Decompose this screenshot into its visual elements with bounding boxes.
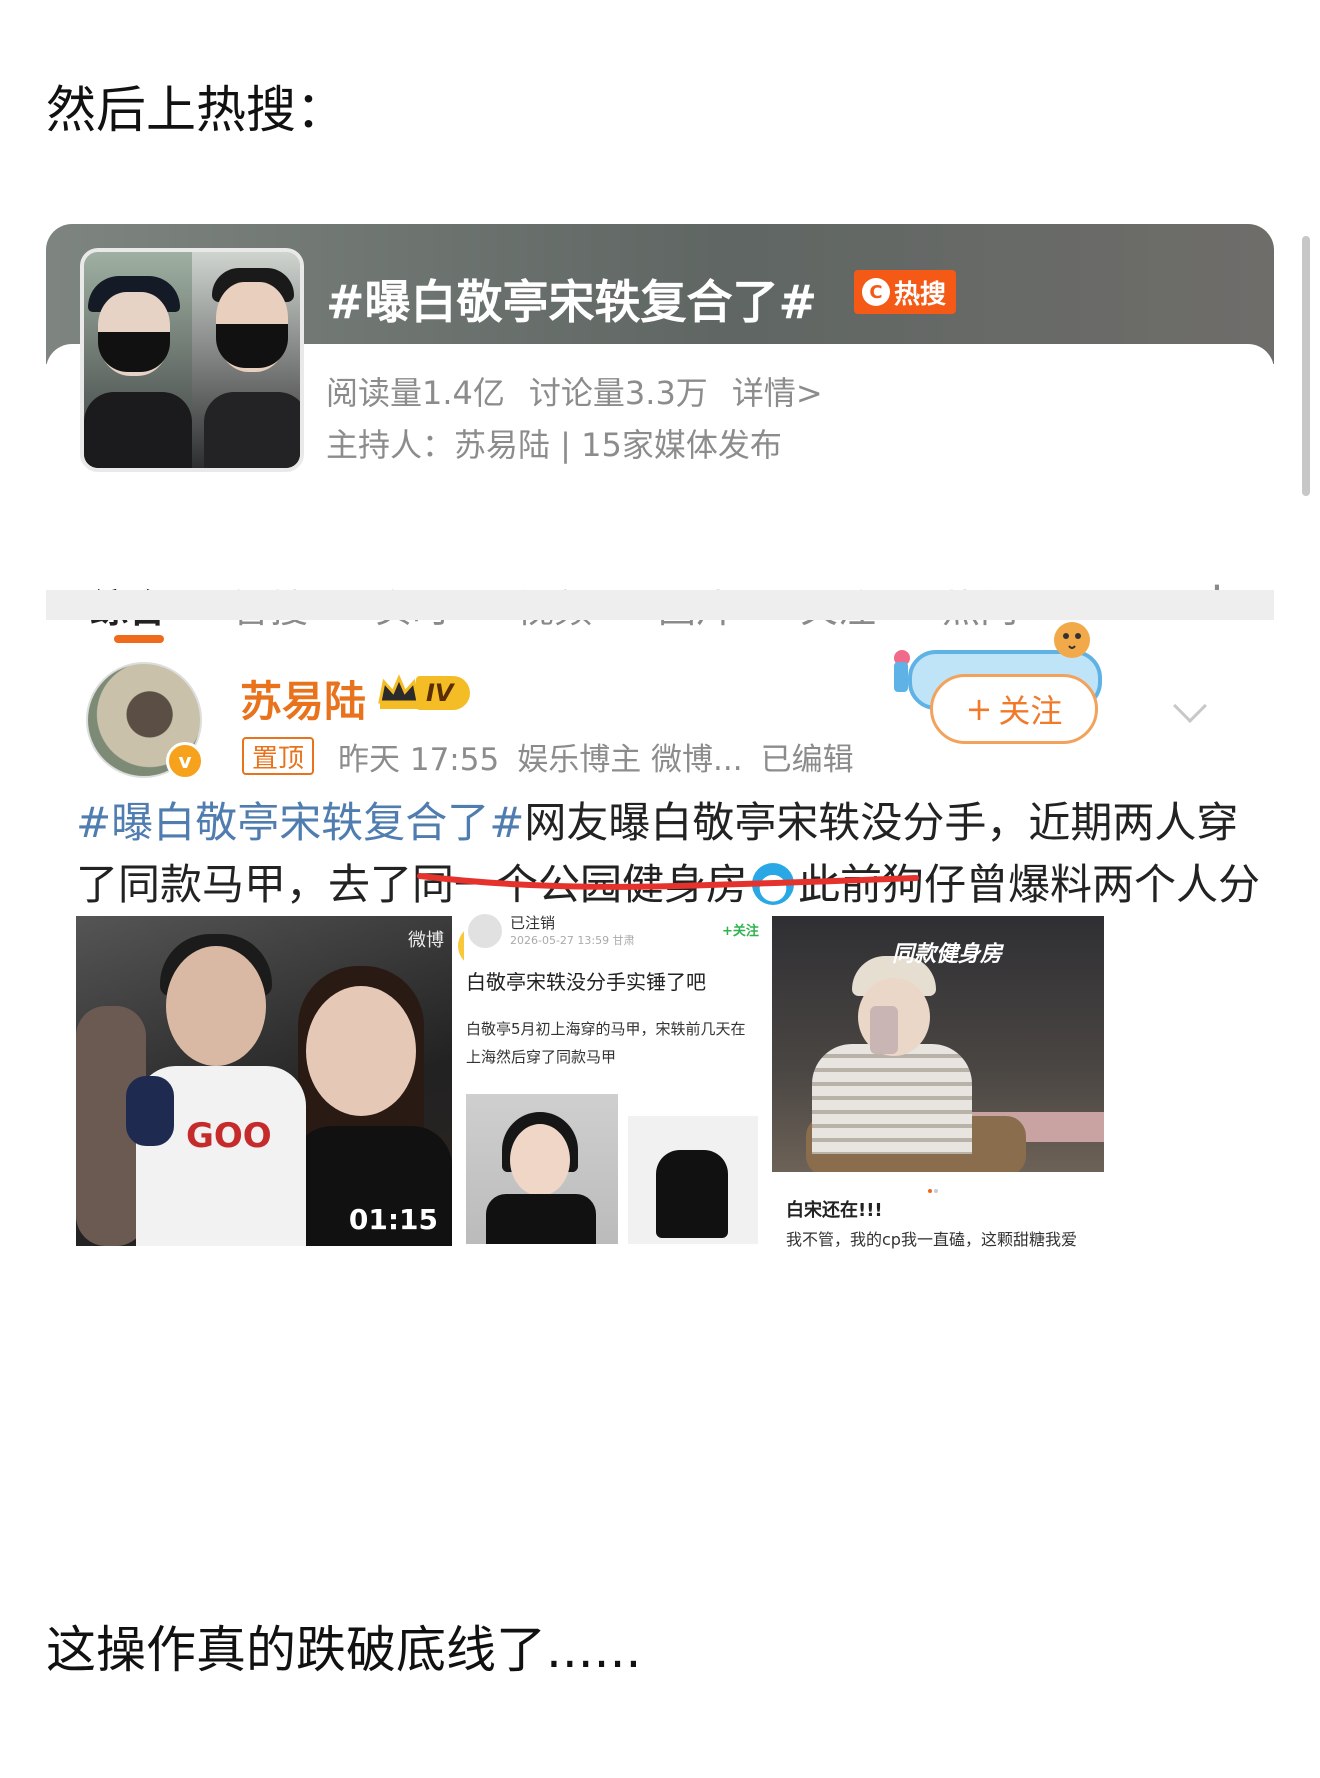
video-duration: 01:15 (348, 1203, 438, 1236)
screenshot-user: 已注销 (510, 914, 556, 932)
screenshot-image[interactable]: 已注销 2026-05-27 13:59 甘肃 +关注 白敬亭宋轶没分手实锤了吧… (464, 906, 760, 1252)
gym-photo: 同款健身房 (772, 916, 1104, 1172)
post-hashtag[interactable]: #曝白敬亭宋轶复合了# (76, 798, 524, 847)
gym-caption-body: 我不管，我的cp我一直磕，这颗甜糖我爱 (786, 1230, 1077, 1249)
caption-top: 然后上热搜： (46, 81, 346, 139)
topic-stats: 阅读量1.4亿 讨论量3.3万 详情> (326, 368, 823, 414)
chevron-down-icon[interactable] (1173, 689, 1207, 723)
screenshot-body-line2: 上海然后穿了同款马甲 (466, 1048, 617, 1066)
user-level-badge: IV (416, 676, 470, 710)
hot-search-badge: C 热搜 (854, 270, 957, 314)
weibo-watermark: 微博 (408, 930, 444, 951)
caption-bottom: 这操作真的跌破底线了...... (46, 1621, 642, 1679)
edited-label[interactable]: 已编辑 (761, 734, 854, 779)
active-tab-indicator (114, 635, 164, 643)
pinned-badge: 置顶 (242, 737, 315, 775)
media-grid: GOO 微博 01:15 已注销 2026-05-27 13:59 甘肃 +关注… (76, 906, 1246, 1256)
red-underline-annotation (417, 873, 919, 890)
carousel-dots (928, 1178, 942, 1193)
plus-icon: + (965, 690, 993, 728)
screenshot-avatar (468, 914, 502, 948)
section-divider (46, 590, 1274, 620)
post-meta: 昨天 17:55 娱乐博主 微博... 已编辑 (338, 734, 854, 779)
scrollbar[interactable] (1302, 236, 1310, 496)
topic-title[interactable]: #曝白敬亭宋轶复合了# (326, 266, 817, 332)
weibo-screenshot-card: #曝白敬亭宋轶复合了# C 热搜 阅读量1.4亿 讨论量3.3万 详情> 主持人… (46, 224, 1274, 1434)
topic-thumbnail[interactable] (80, 248, 304, 472)
read-count: 阅读量1.4亿 (326, 374, 505, 412)
gym-caption-title: 白宋还在!!! (786, 1200, 883, 1221)
screenshot-date: 2026-05-27 13:59 甘肃 (510, 934, 635, 947)
hot-search-label: 热搜 (894, 279, 947, 310)
screenshot-photo (466, 1094, 618, 1244)
screenshot-body-line1: 白敬亭5月初上海穿的马甲，宋轶前几天在 (466, 1020, 746, 1038)
screenshot-title: 白敬亭宋轶没分手实锤了吧 (466, 970, 706, 994)
author-name[interactable]: 苏易陆 (240, 668, 366, 729)
verified-badge-icon: v (166, 742, 204, 780)
discussion-count: 讨论量3.3万 (528, 374, 708, 412)
video-thumbnail[interactable]: GOO 微博 01:15 (76, 916, 452, 1246)
vest-product-image (628, 1116, 758, 1244)
details-link[interactable]: 详情> (732, 368, 823, 414)
post-category: 娱乐博主 微博... (517, 742, 743, 778)
gym-label: 同款健身房 (892, 942, 1003, 967)
follow-label: 关注 (998, 692, 1063, 730)
gym-image[interactable]: 同款健身房 白宋还在!!! 我不管，我的cp我一直磕，这颗甜糖我爱 (772, 916, 1246, 1254)
post-time: 昨天 17:55 (338, 742, 500, 778)
topic-host-line: 主持人：苏易陆 | 15家媒体发布 (326, 426, 782, 464)
screenshot-follow: +关注 (722, 924, 759, 939)
follow-button[interactable]: + 关注 (930, 674, 1098, 744)
hot-search-icon: C (862, 278, 890, 306)
